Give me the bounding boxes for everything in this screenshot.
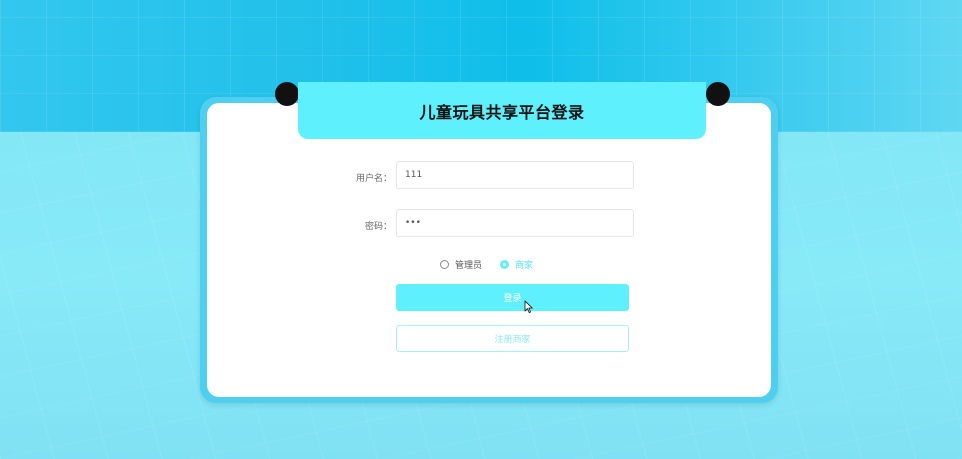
radio-checked-icon bbox=[500, 260, 510, 269]
radio-unchecked-icon bbox=[440, 260, 449, 269]
left-knob-decoration bbox=[275, 82, 299, 106]
login-card bbox=[207, 103, 771, 397]
title-tab: 儿童玩具共享平台登录 bbox=[298, 82, 706, 139]
password-label: 密码： bbox=[364, 222, 392, 232]
right-knob-decoration bbox=[706, 82, 730, 106]
username-input[interactable]: 111 bbox=[396, 161, 634, 189]
register-merchant-button[interactable]: 注册商家 bbox=[396, 325, 629, 352]
password-input[interactable]: ••• bbox=[396, 209, 634, 237]
role-option-admin[interactable]: 管理员 bbox=[440, 258, 482, 271]
role-option-label: 管理员 bbox=[455, 261, 483, 271]
mouse-cursor-icon bbox=[524, 300, 533, 314]
role-option-merchant[interactable]: 商家 bbox=[500, 258, 533, 271]
register-button-label: 注册商家 bbox=[494, 335, 531, 345]
role-radio-group: 管理员 商家 bbox=[440, 258, 533, 271]
page-title: 儿童玩具共享平台登录 bbox=[419, 102, 585, 122]
role-option-label: 商家 bbox=[515, 261, 534, 271]
login-button-label: 登录 bbox=[503, 294, 522, 304]
password-value: ••• bbox=[405, 218, 421, 228]
username-value: 111 bbox=[405, 170, 423, 180]
login-button[interactable]: 登录 bbox=[396, 284, 629, 311]
username-label: 用户名： bbox=[355, 174, 392, 184]
